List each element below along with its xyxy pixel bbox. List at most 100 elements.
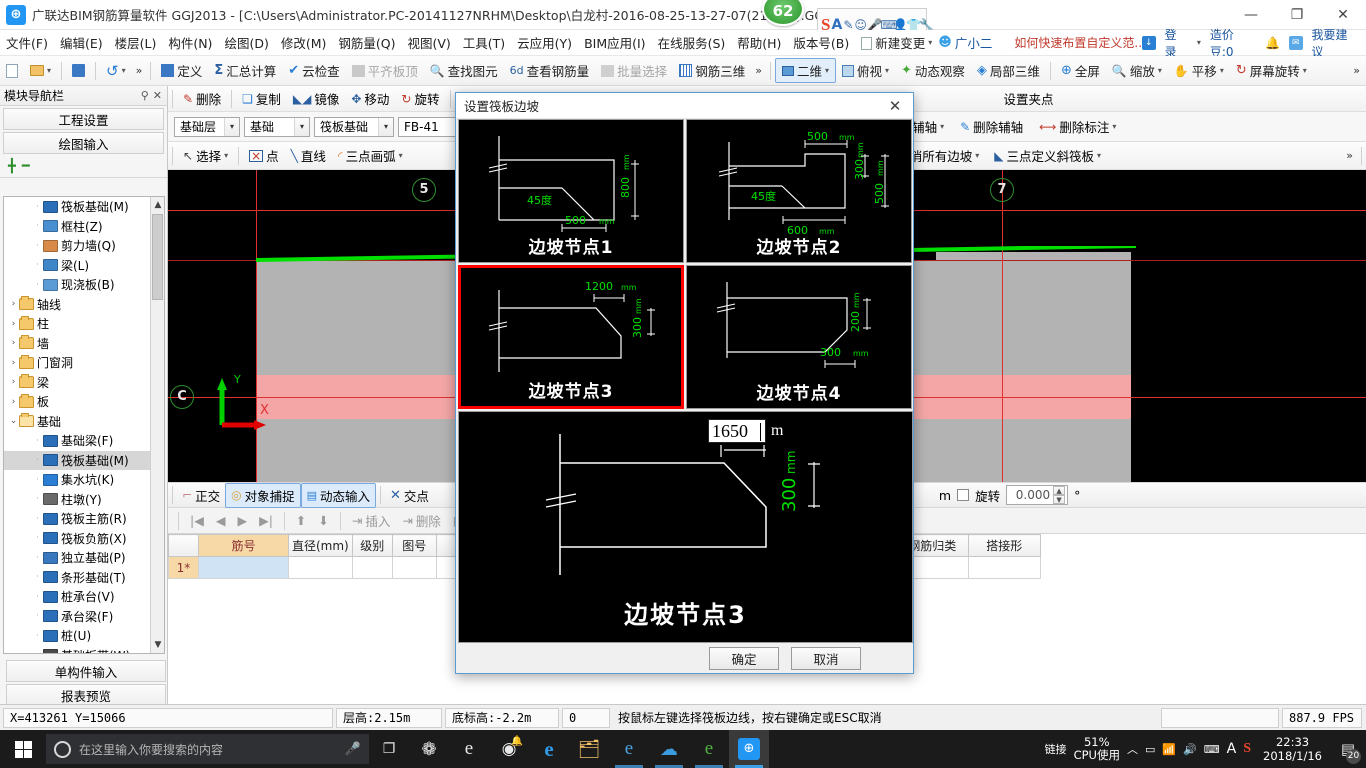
object-snap-toggle[interactable]: ◎ 对象捕捉 bbox=[225, 482, 301, 508]
chevron-right-icon[interactable]: › bbox=[8, 397, 19, 407]
dynamic-input-toggle[interactable]: ▤ 动态输入 bbox=[300, 482, 376, 508]
rebar-3d-button[interactable]: 钢筋三维 bbox=[673, 59, 751, 82]
table-cell[interactable] bbox=[967, 556, 1041, 579]
screen-rotate-button[interactable]: ↻ 屏幕旋转 ▾ bbox=[1230, 59, 1313, 82]
drawing-input-button[interactable]: 绘图输入 bbox=[3, 132, 164, 154]
sogou-icon[interactable]: S bbox=[1243, 741, 1251, 757]
rotate-checkbox[interactable] bbox=[957, 489, 970, 501]
column-header[interactable]: 筋号 bbox=[198, 534, 289, 557]
login-button[interactable]: 登录 bbox=[1165, 26, 1188, 60]
chevron-down-icon[interactable]: ▾ bbox=[1112, 122, 1116, 131]
bell-icon[interactable]: 🔔 bbox=[1265, 36, 1280, 50]
view-rebar-quantity-button[interactable]: 6d 查看钢筋量 bbox=[504, 59, 596, 82]
move-down-button[interactable]: ⬇ bbox=[313, 511, 333, 530]
toolbar-grip[interactable] bbox=[1361, 146, 1362, 165]
weather-bell-icon[interactable]: ◉ 🔔 bbox=[489, 730, 529, 768]
single-component-input-button[interactable]: 单构件输入 bbox=[6, 660, 166, 682]
tree-node[interactable]: › 墙 bbox=[4, 334, 152, 354]
chevron-right-icon[interactable]: › bbox=[8, 319, 19, 329]
menu-item-bim-app[interactable]: BIM应用(I) bbox=[578, 30, 652, 55]
slope-option-3[interactable]: 1200 mm 300 mm 边坡节点3 bbox=[458, 265, 684, 409]
set-raft-slope-dialog[interactable]: 设置筏板边坡 ✕ 45度 500 mm 800 mm 边坡节点1 500 mm … bbox=[455, 92, 914, 674]
tree-node[interactable]: · 剪力墙(Q) bbox=[4, 236, 152, 256]
new-file-button[interactable] bbox=[0, 62, 24, 80]
status-grip[interactable] bbox=[172, 486, 173, 504]
delete-dimension-button[interactable]: ⟷ 删除标注 ▾ bbox=[1033, 115, 1122, 138]
menu-item-rebar-quantity[interactable]: 钢筋量(Q) bbox=[332, 30, 401, 55]
wifi-icon[interactable]: 📶 bbox=[1162, 743, 1176, 756]
ggj-app-icon[interactable]: ⊕ bbox=[729, 730, 769, 768]
axis-bubble-7[interactable]: 7 bbox=[990, 178, 1014, 202]
stepper-down-icon[interactable]: ▼ bbox=[1053, 495, 1066, 504]
chevron-down-icon[interactable]: ▾ bbox=[1158, 66, 1162, 75]
set-grip-button[interactable]: 设置夹点 bbox=[998, 87, 1060, 110]
menu-item-online-service[interactable]: 在线服务(S) bbox=[652, 30, 732, 55]
move-up-button[interactable]: ⬆ bbox=[291, 511, 311, 530]
intersection-snap-toggle[interactable]: ✕ 交点 bbox=[385, 484, 434, 507]
menu-item-component[interactable]: 构件(N) bbox=[162, 30, 218, 55]
tree-node[interactable]: · 桩(U) bbox=[4, 626, 152, 646]
column-header[interactable]: 直径(mm) bbox=[288, 534, 353, 557]
local-3d-button[interactable]: ◈ 局部三维 bbox=[971, 59, 1046, 82]
table-cell[interactable] bbox=[391, 556, 437, 579]
grid-grip[interactable] bbox=[178, 511, 179, 530]
chevron-down-icon[interactable]: ▾ bbox=[1303, 66, 1307, 75]
menu-item-floor[interactable]: 楼层(L) bbox=[109, 30, 163, 55]
chevron-up-icon[interactable]: ︿ bbox=[1127, 741, 1138, 757]
battery-icon[interactable]: ▭ bbox=[1145, 743, 1155, 756]
chevron-right-icon[interactable]: › bbox=[8, 338, 19, 348]
chevron-down-icon[interactable]: ▾ bbox=[47, 66, 51, 75]
beans-label[interactable]: 造价豆:0 bbox=[1210, 26, 1256, 60]
project-settings-button[interactable]: 工程设置 bbox=[3, 108, 164, 130]
tree-node[interactable]: › 板 bbox=[4, 392, 152, 412]
insert-row-button[interactable]: ⇥ 插入 bbox=[347, 509, 396, 532]
file-explorer-icon[interactable]: 🗂 bbox=[569, 730, 609, 768]
chevron-right-icon[interactable]: › bbox=[8, 299, 19, 309]
slope-option-4[interactable]: 300 mm 200 mm 边坡节点4 bbox=[686, 265, 912, 409]
chevron-down-icon[interactable]: ▾ bbox=[975, 151, 979, 160]
tree-node[interactable]: · 框柱(Z) bbox=[4, 217, 152, 237]
table-cell[interactable] bbox=[198, 556, 289, 579]
first-record-button[interactable]: |◀ bbox=[185, 511, 209, 530]
undo-button[interactable]: ↺ ▾ bbox=[100, 60, 132, 82]
chevron-down-icon[interactable]: ▾ bbox=[825, 66, 829, 75]
tree-node[interactable]: · 基础板带(W) bbox=[4, 646, 152, 653]
remove-node-icon[interactable]: ━ bbox=[22, 159, 30, 174]
rotate-stepper[interactable]: ▲ ▼ bbox=[1053, 486, 1066, 504]
chevron-right-icon[interactable]: › bbox=[8, 377, 19, 387]
gld-cloud-icon[interactable]: ☁ bbox=[649, 730, 689, 768]
chevron-down-icon[interactable]: ▾ bbox=[940, 122, 944, 131]
microphone-icon[interactable]: 🎤 bbox=[345, 742, 361, 757]
last-record-button[interactable]: ▶| bbox=[254, 511, 278, 530]
tree-scrollbar[interactable]: ▲ ▼ bbox=[150, 197, 164, 653]
component-type-select[interactable]: 筏板基础 ▾ bbox=[314, 116, 394, 137]
tree-node[interactable]: · 基础梁(F) bbox=[4, 431, 152, 451]
menu-item-file[interactable]: 文件(F) bbox=[0, 30, 54, 55]
three-point-arc-button[interactable]: ◜ 三点画弧 ▾ bbox=[332, 144, 409, 167]
line-tool-button[interactable]: ╲ 直线 bbox=[285, 144, 332, 167]
add-node-icon[interactable]: ╋ bbox=[8, 159, 16, 174]
edge-icon[interactable]: e bbox=[529, 730, 569, 768]
tree-node[interactable]: · 承台梁(F) bbox=[4, 607, 152, 627]
start-button[interactable] bbox=[0, 730, 46, 768]
chevron-down-icon[interactable]: ▾ bbox=[885, 66, 889, 75]
menu-item-version[interactable]: 版本号(B) bbox=[787, 30, 855, 55]
zoom-button[interactable]: 🔍 缩放 ▾ bbox=[1106, 59, 1168, 82]
open-file-button[interactable]: ▾ bbox=[24, 63, 57, 78]
tree-node[interactable]: › 轴线 bbox=[4, 295, 152, 315]
scrollbar-thumb[interactable] bbox=[152, 214, 163, 300]
menu-item-cloud-app[interactable]: 云应用(Y) bbox=[511, 30, 578, 55]
copy-button[interactable]: ❏ 复制 bbox=[236, 87, 287, 110]
toolbar-grip[interactable] bbox=[172, 146, 173, 165]
tree-node[interactable]: ⌄ 基础 bbox=[4, 412, 152, 432]
next-record-button[interactable]: ▶ bbox=[232, 511, 252, 530]
suggest-button[interactable]: 我要建议 bbox=[1312, 26, 1358, 60]
cancel-button[interactable]: 取消 bbox=[791, 646, 861, 670]
category-select[interactable]: 基础 ▾ bbox=[244, 116, 310, 137]
menu-item-tools[interactable]: 工具(T) bbox=[457, 30, 511, 55]
table-cell[interactable] bbox=[351, 556, 393, 579]
table-cell[interactable] bbox=[288, 556, 353, 579]
column-header[interactable]: 图号 bbox=[391, 534, 437, 557]
delete-row-button[interactable]: ⇥ 删除 bbox=[397, 509, 446, 532]
slope-width-input[interactable]: 1650 bbox=[708, 419, 766, 443]
